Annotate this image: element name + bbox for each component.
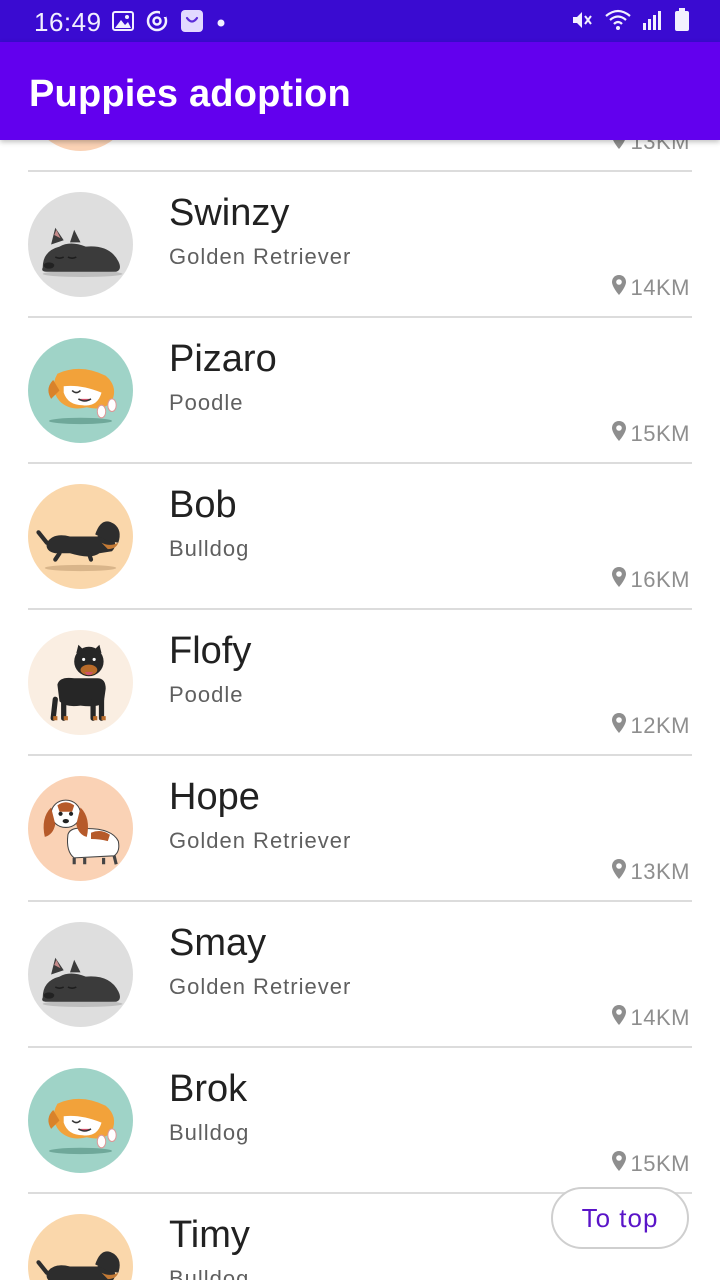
puppy-list-item[interactable]: Brok Bulldog 15KM <box>0 1048 720 1194</box>
puppy-avatar <box>28 484 133 589</box>
puppy-distance: 15KM <box>611 1150 690 1178</box>
distance-value: 16KM <box>630 567 690 592</box>
puppy-name: Swinzy <box>169 192 290 234</box>
puppy-name: Timy <box>169 1214 250 1256</box>
puppy-distance: 14KM <box>611 274 690 302</box>
puppy-breed: Poodle <box>169 682 244 707</box>
puppy-avatar <box>28 140 133 151</box>
puppy-distance: 14KM <box>611 1004 690 1032</box>
puppy-breed: Golden Retriever <box>169 828 352 853</box>
puppy-name: Bob <box>169 484 237 526</box>
puppy-name: Hope <box>169 776 260 818</box>
signal-icon <box>642 9 664 36</box>
puppy-avatar <box>28 776 133 881</box>
puppy-avatar <box>28 192 133 297</box>
location-pin-icon <box>611 1004 627 1032</box>
location-pin-icon <box>611 712 627 740</box>
puppy-avatar <box>28 630 133 735</box>
status-bar: 16:49 <box>0 0 720 42</box>
puppy-breed: Bulldog <box>169 536 250 561</box>
puppy-name: Smay <box>169 922 267 964</box>
puppy-avatar <box>28 922 133 1027</box>
puppy-breed: Golden Retriever <box>169 974 352 999</box>
puppy-breed: Bulldog <box>169 1120 250 1145</box>
puppy-avatar <box>28 1068 133 1173</box>
status-time: 16:49 <box>34 7 102 37</box>
dot-icon <box>216 15 226 33</box>
puppy-name: Pizaro <box>169 338 277 380</box>
puppy-breed: Bulldog <box>169 1266 250 1280</box>
app-bar: Puppies adoption <box>0 42 720 140</box>
status-right-icons <box>570 8 690 37</box>
battery-icon <box>674 8 690 37</box>
puppy-distance: 15KM <box>611 420 690 448</box>
status-left-icons <box>112 9 226 38</box>
puppy-distance: 16KM <box>611 566 690 594</box>
puppy-list-item[interactable]: Swinzy Golden Retriever 14KM <box>0 172 720 318</box>
puppy-distance: 12KM <box>611 712 690 740</box>
puppy-name: Brok <box>169 1068 248 1110</box>
distance-value: 13KM <box>630 859 690 884</box>
puppy-list-item[interactable]: Bob Bulldog 16KM <box>0 464 720 610</box>
sync-icon <box>146 10 168 37</box>
gallery-icon <box>112 11 134 36</box>
distance-value: 12KM <box>630 713 690 738</box>
distance-value: 15KM <box>630 421 690 446</box>
puppy-list-item[interactable]: Hope Golden Retriever 13KM <box>0 756 720 902</box>
puppy-list-item[interactable]: Flofy Poodle 12KM <box>0 610 720 756</box>
puppy-list-item[interactable]: 13KM <box>0 140 720 172</box>
location-pin-icon <box>611 858 627 886</box>
distance-value: 14KM <box>630 1005 690 1030</box>
puppy-breed: Poodle <box>169 390 244 415</box>
distance-value: 13KM <box>630 140 690 154</box>
to-top-button[interactable]: To top <box>551 1187 689 1249</box>
location-pin-icon <box>611 274 627 302</box>
puppy-name: Flofy <box>169 630 252 672</box>
puppy-avatar <box>28 338 133 443</box>
shop-icon <box>180 9 204 38</box>
distance-value: 14KM <box>630 275 690 300</box>
puppy-list[interactable]: 13KM Swinzy Golden Retriever 14KM Pizaro… <box>0 140 720 1280</box>
puppy-list-item[interactable]: Pizaro Poodle 15KM <box>0 318 720 464</box>
app-title: Puppies adoption <box>29 73 351 115</box>
location-pin-icon <box>611 420 627 448</box>
puppy-distance: 13KM <box>611 140 690 156</box>
location-pin-icon <box>611 140 627 156</box>
puppy-avatar <box>28 1214 133 1280</box>
distance-value: 15KM <box>630 1151 690 1176</box>
wifi-icon <box>604 8 632 37</box>
mute-icon <box>570 8 594 37</box>
location-pin-icon <box>611 566 627 594</box>
puppy-breed: Golden Retriever <box>169 244 352 269</box>
puppy-distance: 13KM <box>611 858 690 886</box>
location-pin-icon <box>611 1150 627 1178</box>
puppy-list-item[interactable]: Smay Golden Retriever 14KM <box>0 902 720 1048</box>
